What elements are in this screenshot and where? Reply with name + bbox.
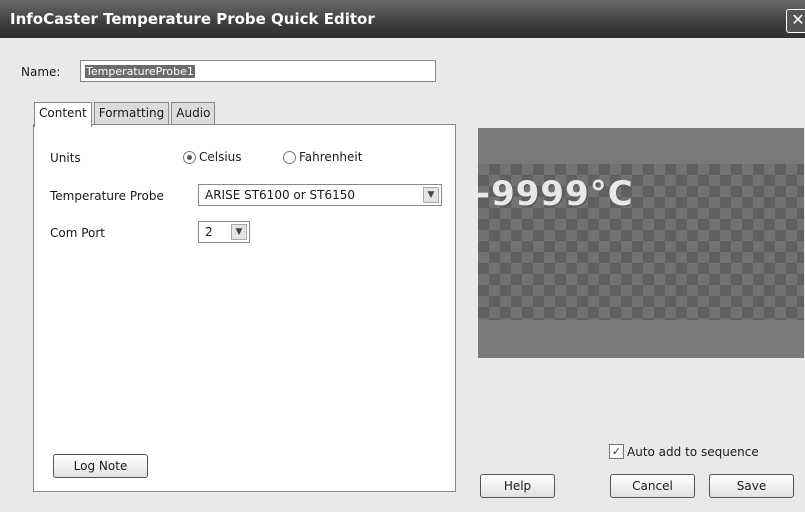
radio-celsius[interactable]: Celsius bbox=[183, 150, 242, 164]
title-bar: InfoCaster Temperature Probe Quick Edito… bbox=[0, 0, 805, 38]
close-icon[interactable]: ✕ bbox=[786, 9, 805, 33]
editor-window: InfoCaster Temperature Probe Quick Edito… bbox=[0, 0, 805, 512]
help-button[interactable]: Help bbox=[480, 474, 555, 498]
auto-add-label: Auto add to sequence bbox=[627, 444, 759, 459]
tab-formatting[interactable]: Formatting bbox=[93, 102, 170, 124]
probe-select[interactable]: ARISE ST6100 or ST6150 ▼ bbox=[198, 184, 442, 206]
radio-celsius-indicator bbox=[183, 150, 196, 164]
tab-bar: Content Formatting Audio bbox=[34, 102, 217, 127]
comport-select-value: 2 bbox=[205, 225, 213, 239]
window-title: InfoCaster Temperature Probe Quick Edito… bbox=[10, 10, 375, 28]
preview-area: -9999°C bbox=[478, 128, 804, 358]
tab-audio[interactable]: Audio bbox=[171, 102, 216, 124]
radio-celsius-label: Celsius bbox=[199, 150, 242, 164]
units-label: Units bbox=[50, 151, 81, 165]
log-note-button[interactable]: Log Note bbox=[53, 454, 148, 478]
chevron-down-icon[interactable]: ▼ bbox=[423, 187, 439, 203]
name-field[interactable]: TemperatureProbe1 bbox=[80, 60, 436, 82]
checkbox-check-icon: ✓ bbox=[609, 444, 624, 459]
cancel-button[interactable]: Cancel bbox=[610, 474, 695, 498]
comport-label: Com Port bbox=[50, 226, 106, 240]
preview-temperature: -9999°C bbox=[478, 174, 634, 214]
name-label: Name: bbox=[21, 65, 61, 79]
radio-fahrenheit[interactable]: Fahrenheit bbox=[283, 150, 362, 164]
comport-select[interactable]: 2 ▼ bbox=[198, 221, 250, 243]
auto-add-checkbox[interactable]: ✓ Auto add to sequence bbox=[609, 444, 759, 459]
name-value: TemperatureProbe1 bbox=[85, 65, 195, 78]
radio-fahrenheit-indicator bbox=[283, 150, 296, 164]
probe-select-value: ARISE ST6100 or ST6150 bbox=[205, 188, 355, 202]
probe-label: Temperature Probe bbox=[50, 189, 164, 203]
chevron-down-icon[interactable]: ▼ bbox=[231, 224, 247, 240]
content-panel: Units Celsius Fahrenheit Temperature Pro… bbox=[33, 124, 456, 492]
save-button[interactable]: Save bbox=[709, 474, 794, 498]
radio-fahrenheit-label: Fahrenheit bbox=[299, 150, 363, 164]
tab-content[interactable]: Content bbox=[34, 102, 92, 127]
